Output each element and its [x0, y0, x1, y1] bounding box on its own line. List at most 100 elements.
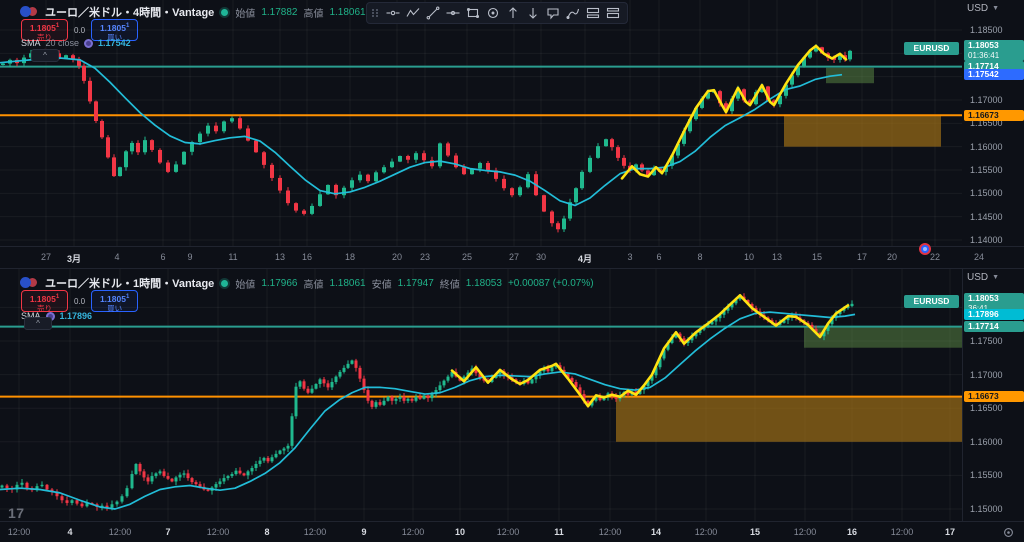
price-tick: 1.15000	[970, 188, 1003, 198]
trading-app-window: 1.18500 1.17000 1.16500 1.16000 1.15500 1.150…	[0, 0, 1024, 542]
time-tick: 20	[872, 252, 912, 262]
time-tick: 30	[521, 252, 561, 262]
time-tick: 23	[405, 252, 445, 262]
time-tick: 3月	[54, 252, 94, 265]
short-position-tool-icon[interactable]	[603, 5, 622, 21]
indicator-value: 1.17896	[60, 311, 93, 321]
price-tick: 1.16500	[970, 403, 1003, 413]
time-tick: 12:00	[0, 527, 39, 537]
time-tick: 11	[213, 252, 253, 262]
time-tick: 16	[287, 252, 327, 262]
polyline-tool-icon[interactable]	[403, 5, 422, 21]
time-tick: 15	[735, 527, 775, 537]
price-chart-canvas-1h[interactable]	[0, 269, 962, 521]
price-tag: 1.17714	[964, 321, 1024, 332]
callout-tool-icon[interactable]	[543, 5, 562, 21]
time-tick: 25	[447, 252, 487, 262]
time-tick: 9	[344, 527, 384, 537]
price-tick: 1.15000	[970, 504, 1003, 514]
symbol-title[interactable]: ユーロ／米ドル・4時間・Vantage	[45, 4, 214, 20]
time-tick: 6	[639, 252, 679, 262]
horizontal-line-tool-icon[interactable]	[443, 5, 462, 21]
collapse-legend-button[interactable]: ^	[24, 317, 52, 330]
price-tick: 1.14500	[970, 212, 1003, 222]
indicator-name: SMA	[21, 38, 41, 48]
time-tick: 12:00	[198, 527, 238, 537]
symbol-price-label: EURUSD	[904, 42, 959, 55]
drag-handle-icon[interactable]	[372, 9, 379, 17]
price-tick: 1.15500	[970, 165, 1003, 175]
open-label: 始値	[235, 5, 255, 20]
open-value: 1.17882	[261, 7, 297, 18]
sell-button[interactable]: 1.18051 売り	[21, 290, 68, 312]
time-tick: 12:00	[686, 527, 726, 537]
price-axis-1h[interactable]: 1.17500 1.17000 1.16500 1.16000 1.15500 1.150…	[962, 269, 1024, 521]
time-tick: 12:00	[882, 527, 922, 537]
crosshair-tool-icon[interactable]	[383, 5, 402, 21]
high-label: 高値	[303, 276, 323, 291]
arrow-down-tool-icon[interactable]	[523, 5, 542, 21]
time-tick: 12:00	[488, 527, 528, 537]
price-tick: 1.15500	[970, 470, 1003, 480]
price-tag: 1.17542	[964, 69, 1024, 80]
time-tick: 12:00	[100, 527, 140, 537]
time-tick: 24	[959, 252, 999, 262]
arrow-up-tool-icon[interactable]	[503, 5, 522, 21]
time-tick: 4月	[565, 252, 605, 265]
eur-usd-pair-icon	[20, 6, 38, 18]
price-chart-canvas-4h[interactable]	[0, 0, 962, 246]
economic-event-marker-icon[interactable]	[919, 243, 931, 255]
indicator-legend-sma[interactable]: SMA 20 close 1.17542	[21, 38, 131, 48]
brush-tool-icon[interactable]	[563, 5, 582, 21]
time-tick: 11	[539, 527, 579, 537]
chevron-down-icon: ▼	[992, 5, 999, 12]
time-tick: 9	[170, 252, 210, 262]
time-tick: 7	[148, 527, 188, 537]
price-tick: 1.16000	[970, 437, 1003, 447]
time-tick: 12:00	[295, 527, 335, 537]
open-value: 1.17966	[261, 278, 297, 289]
time-tick: 10	[440, 527, 480, 537]
high-label: 高値	[303, 5, 323, 20]
low-label: 安値	[372, 276, 392, 291]
rectangle-tool-icon[interactable]	[463, 5, 482, 21]
trendline-tool-icon[interactable]	[423, 5, 442, 21]
price-tag: 1.17896	[964, 309, 1024, 320]
price-tick: 1.17000	[970, 370, 1003, 380]
collapse-legend-button[interactable]: ^	[31, 49, 59, 62]
price-tag: 1.1805301:36:41	[964, 40, 1024, 61]
long-position-tool-icon[interactable]	[583, 5, 602, 21]
time-tick: 12:00	[590, 527, 630, 537]
axis-settings-gear-icon[interactable]	[1002, 526, 1015, 539]
trade-widget: 1.18051 売り 0.0 1.18051 買い	[21, 290, 138, 312]
price-tick: 1.17500	[970, 336, 1003, 346]
axis-currency-dropdown[interactable]: USD▼	[967, 3, 999, 14]
symbol-title[interactable]: ユーロ／米ドル・1時間・Vantage	[45, 275, 214, 291]
market-open-dot-icon	[221, 9, 228, 16]
time-tick: 4	[97, 252, 137, 262]
spread-value: 0.0	[74, 297, 85, 306]
axis-currency-dropdown[interactable]: USD▼	[967, 272, 999, 283]
time-axis-4h[interactable]: 273月4691113161820232527304月3681013151720…	[0, 246, 1024, 267]
change-value: +0.00087 (+0.07%)	[508, 278, 594, 289]
indicator-value: 1.17542	[98, 38, 131, 48]
price-tick: 1.17000	[970, 95, 1003, 105]
circle-tool-icon[interactable]	[483, 5, 502, 21]
time-tick: 15	[797, 252, 837, 262]
buy-button[interactable]: 1.18051 買い	[91, 290, 138, 312]
price-tag: 1.16673	[964, 391, 1024, 402]
high-value: 1.18061	[329, 7, 365, 18]
time-axis-1h[interactable]: 12:00412:00712:00812:00912:001012:001112…	[0, 521, 1024, 542]
time-tick: 16	[832, 527, 872, 537]
market-open-dot-icon	[221, 280, 228, 287]
low-value: 1.17947	[398, 278, 434, 289]
chart-panel-1h: 1.17500 1.17000 1.16500 1.16000 1.15500 1.150…	[0, 268, 1024, 542]
time-tick: 13	[757, 252, 797, 262]
close-label: 終値	[440, 276, 460, 291]
time-tick: 14	[636, 527, 676, 537]
close-value: 1.18053	[466, 278, 502, 289]
price-tick: 1.18500	[970, 25, 1003, 35]
tradingview-logo[interactable]: 17	[8, 505, 25, 521]
price-tick: 1.16000	[970, 142, 1003, 152]
time-tick: 12:00	[785, 527, 825, 537]
